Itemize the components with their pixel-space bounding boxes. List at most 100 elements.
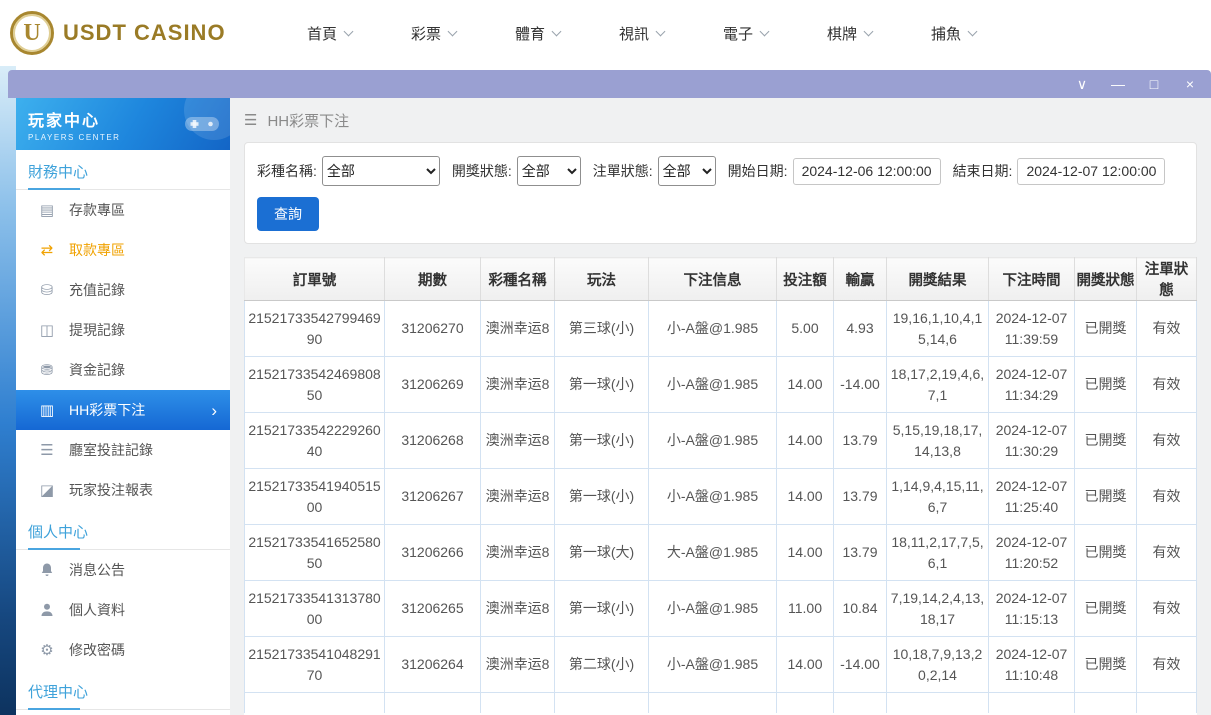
- table-cell: 小-A盤@1.985: [649, 413, 777, 469]
- table-cell: 2024-12-07 11:15:13: [989, 581, 1075, 637]
- window-body: 玩家中心 PLAYERS CENTER 財務中心 ▤ 存款專區 ⇄ 取款專區: [8, 98, 1211, 715]
- table-cell: 2152173354222926040: [245, 413, 385, 469]
- table-cell: 13.79: [834, 469, 887, 525]
- filter-row: 彩種名稱: 全部 開獎狀態: 全部 注單狀態: 全部 開始日期: 結束日期:: [257, 156, 1184, 186]
- page-header: ☰ HH彩票下注: [244, 98, 1197, 142]
- sidebar-item-room-bet-record[interactable]: ☰ 廳室投註記錄: [16, 430, 230, 470]
- table-cell: 2152173354165258050: [245, 525, 385, 581]
- table-cell: 有效: [1137, 357, 1197, 413]
- table-cell: [1137, 693, 1197, 713]
- sidebar: 玩家中心 PLAYERS CENTER 財務中心 ▤ 存款專區 ⇄ 取款專區: [16, 98, 230, 715]
- table-cell: 2152173354194051500: [245, 469, 385, 525]
- sidebar-item-player-bet-report[interactable]: ◪ 玩家投注報表: [16, 470, 230, 510]
- section-personal-center: 個人中心: [16, 510, 230, 550]
- order-status-select[interactable]: 全部: [658, 156, 716, 186]
- table-cell: 小-A盤@1.985: [649, 637, 777, 693]
- nav-item-label: 彩票: [411, 23, 441, 44]
- nav-item-5[interactable]: 電子: [694, 23, 798, 44]
- table-cell: 2152173354246980850: [245, 357, 385, 413]
- sidebar-item-label: 存款專區: [69, 200, 125, 220]
- sidebar-item-profile[interactable]: 個人資料: [16, 590, 230, 630]
- table-cell: [555, 693, 649, 713]
- table-cell: 澳洲幸运8: [481, 525, 555, 581]
- sidebar-item-deposit[interactable]: ▤ 存款專區: [16, 190, 230, 230]
- sidebar-item-announcements[interactable]: 消息公告: [16, 550, 230, 590]
- table-cell: 澳洲幸运8: [481, 357, 555, 413]
- window-minimize-icon[interactable]: —: [1111, 77, 1125, 91]
- table-cell: 19,16,1,10,4,15,14,6: [887, 301, 989, 357]
- sidebar-item-recharge-record[interactable]: ⛁ 充值記錄: [16, 270, 230, 310]
- sidebar-item-label: HH彩票下注: [69, 400, 145, 420]
- sidebar-item-funds-record[interactable]: ⛃ 資金記錄: [16, 350, 230, 390]
- table-cell: [777, 693, 834, 713]
- table-cell: 31206270: [385, 301, 481, 357]
- table-cell: 5.00: [777, 301, 834, 357]
- sidebar-item-withdrawal-record[interactable]: ◫ 提現記錄: [16, 310, 230, 350]
- sidebar-item-withdraw[interactable]: ⇄ 取款專區: [16, 230, 230, 270]
- sidebar-item-label: 修改密碼: [69, 640, 125, 660]
- table-cell: 14.00: [777, 525, 834, 581]
- table-cell: 第三球(小): [555, 301, 649, 357]
- table-cell: 18,17,2,19,4,6,7,1: [887, 357, 989, 413]
- nav-item-label: 體育: [515, 23, 545, 44]
- sidebar-item-hh-lottery-bets[interactable]: ▥ HH彩票下注 ›: [16, 390, 230, 430]
- table-cell: 2152173354131378000: [245, 581, 385, 637]
- draw-status-select[interactable]: 全部: [517, 156, 581, 186]
- window-collapse-icon[interactable]: ∨: [1075, 77, 1089, 91]
- table-cell: [649, 693, 777, 713]
- window-titlebar[interactable]: ∨ — □ ×: [8, 70, 1211, 98]
- column-header: 開獎狀態: [1075, 258, 1137, 301]
- table-cell: -14.00: [834, 637, 887, 693]
- nav-item-label: 視訊: [619, 23, 649, 44]
- table-cell: 澳洲幸运8: [481, 581, 555, 637]
- filter-actions: 查詢: [257, 197, 1184, 231]
- section-agent-center: 代理中心: [16, 670, 230, 710]
- table-cell: 14.00: [777, 469, 834, 525]
- table-row: 215217335427994699031206270澳洲幸运8第三球(小)小-…: [245, 301, 1197, 357]
- table-cell: 澳洲幸运8: [481, 469, 555, 525]
- end-date-input[interactable]: [1017, 158, 1165, 185]
- table-row: 215217335413137800031206265澳洲幸运8第一球(小)小-…: [245, 581, 1197, 637]
- column-header: 期數: [385, 258, 481, 301]
- table-cell: 大-A盤@1.985: [649, 525, 777, 581]
- column-header: 下注信息: [649, 258, 777, 301]
- lottery-name-select[interactable]: 全部: [322, 156, 440, 186]
- sidebar-item-change-password[interactable]: ⚙ 修改密碼: [16, 630, 230, 670]
- window-controls: ∨ — □ ×: [1075, 77, 1197, 91]
- players-center-title: 玩家中心: [28, 107, 120, 131]
- lottery-name-label: 彩種名稱:: [257, 161, 317, 181]
- nav-item-3[interactable]: 體育: [486, 23, 590, 44]
- column-header: 玩法: [555, 258, 649, 301]
- table-cell: 31206267: [385, 469, 481, 525]
- window-close-icon[interactable]: ×: [1183, 77, 1197, 91]
- nav-item-6[interactable]: 棋牌: [798, 23, 902, 44]
- nav-item-4[interactable]: 視訊: [590, 23, 694, 44]
- bell-icon: [39, 562, 55, 578]
- window-maximize-icon[interactable]: □: [1147, 77, 1161, 91]
- nav-item-7[interactable]: 捕魚: [902, 23, 1006, 44]
- deposit-icon: ▤: [38, 201, 56, 219]
- end-date-label: 結束日期:: [953, 161, 1013, 181]
- table-row: 215217335419405150031206267澳洲幸运8第一球(小)小-…: [245, 469, 1197, 525]
- chevron-down-icon: [968, 26, 978, 36]
- nav-item-1[interactable]: 首頁: [278, 23, 382, 44]
- table-row: 215217335422292604031206268澳洲幸运8第一球(小)小-…: [245, 413, 1197, 469]
- table-cell: 2024-12-07 11:10:48: [989, 637, 1075, 693]
- page-title: HH彩票下注: [267, 110, 349, 131]
- nav-item-2[interactable]: 彩票: [382, 23, 486, 44]
- draw-status-label: 開獎狀態:: [452, 161, 512, 181]
- table-cell: 有效: [1137, 581, 1197, 637]
- user-icon: [39, 602, 55, 618]
- table-cell: 小-A盤@1.985: [649, 357, 777, 413]
- table-cell: 2024-12-07 11:34:29: [989, 357, 1075, 413]
- players-center-banner: 玩家中心 PLAYERS CENTER: [16, 98, 230, 150]
- start-date-input[interactable]: [793, 158, 941, 185]
- table-cell: [887, 693, 989, 713]
- table-cell: [481, 693, 555, 713]
- site-logo[interactable]: U USDT CASINO: [10, 11, 226, 55]
- table-cell: 31206269: [385, 357, 481, 413]
- column-header: 彩種名稱: [481, 258, 555, 301]
- bet-table-card: 訂單號期數彩種名稱玩法下注信息投注額輸贏開獎結果下注時間開獎狀態注單狀態 215…: [244, 257, 1197, 715]
- hamburger-icon[interactable]: ☰: [244, 111, 257, 129]
- query-button[interactable]: 查詢: [257, 197, 319, 231]
